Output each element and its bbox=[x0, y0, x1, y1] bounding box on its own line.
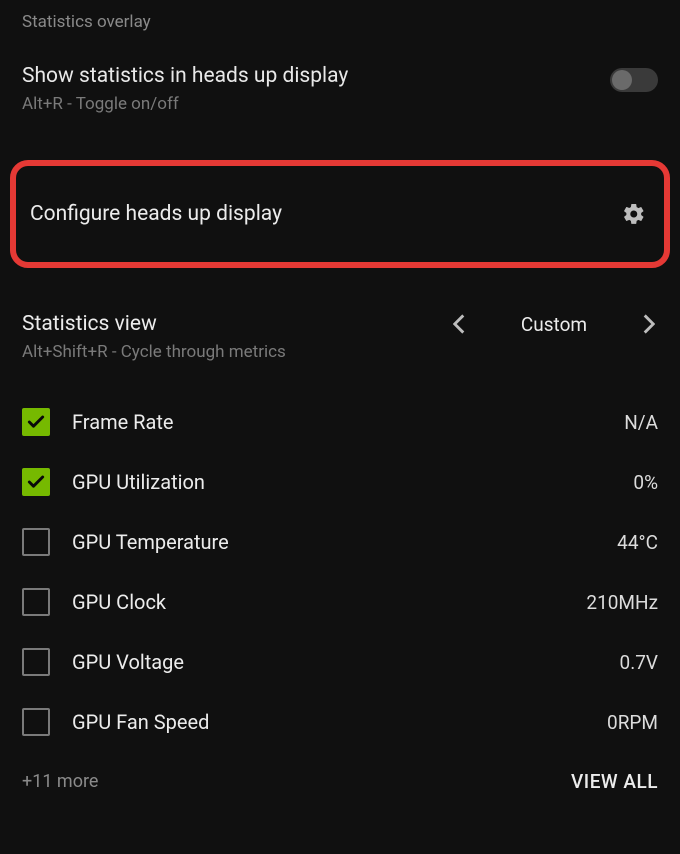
metric-label: GPU Clock bbox=[72, 590, 564, 614]
metric-value: 44°C bbox=[617, 531, 658, 554]
stats-view-header: Statistics view Custom bbox=[22, 312, 658, 336]
metric-checkbox[interactable] bbox=[22, 648, 50, 676]
metric-checkbox[interactable] bbox=[22, 528, 50, 556]
heads-up-text: Show statistics in heads up display Alt+… bbox=[22, 64, 348, 114]
chevron-left-icon[interactable] bbox=[450, 315, 468, 333]
metric-row: GPU Clock 210MHz bbox=[22, 572, 658, 632]
metric-label: GPU Voltage bbox=[72, 650, 598, 674]
view-all-button[interactable]: VIEW ALL bbox=[571, 770, 658, 793]
gear-icon bbox=[622, 202, 646, 226]
metric-row: Frame Rate N/A bbox=[22, 392, 658, 452]
metric-value: 210MHz bbox=[586, 591, 658, 614]
stats-view-title: Statistics view bbox=[22, 312, 157, 336]
metric-value: 0% bbox=[633, 471, 658, 494]
metric-value: 0.7V bbox=[620, 651, 658, 674]
metric-row: GPU Voltage 0.7V bbox=[22, 632, 658, 692]
heads-up-title: Show statistics in heads up display bbox=[22, 64, 348, 88]
metric-label: GPU Temperature bbox=[72, 530, 595, 554]
metric-checkbox[interactable] bbox=[22, 408, 50, 436]
toggle-knob bbox=[612, 70, 632, 90]
metric-label: Frame Rate bbox=[72, 410, 602, 434]
stats-view-selector: Custom bbox=[450, 313, 658, 336]
metric-row: GPU Fan Speed 0RPM bbox=[22, 692, 658, 752]
heads-up-subtitle: Alt+R - Toggle on/off bbox=[22, 94, 348, 114]
metric-label: GPU Utilization bbox=[72, 470, 611, 494]
metric-value: N/A bbox=[624, 411, 658, 434]
configure-title: Configure heads up display bbox=[30, 202, 282, 226]
metric-checkbox[interactable] bbox=[22, 708, 50, 736]
heads-up-toggle[interactable] bbox=[610, 68, 658, 92]
stats-view-value: Custom bbox=[514, 313, 594, 336]
metric-row: GPU Temperature 44°C bbox=[22, 512, 658, 572]
chevron-right-icon[interactable] bbox=[640, 315, 658, 333]
metric-label: GPU Fan Speed bbox=[72, 710, 585, 734]
heads-up-toggle-row: Show statistics in heads up display Alt+… bbox=[0, 40, 680, 122]
stats-view-section: Statistics view Custom Alt+Shift+R - Cyc… bbox=[0, 268, 680, 368]
stats-view-subtitle: Alt+Shift+R - Cycle through metrics bbox=[22, 342, 658, 362]
configure-hud-row[interactable]: Configure heads up display bbox=[10, 160, 670, 268]
more-count: +11 more bbox=[22, 771, 98, 792]
metric-checkbox[interactable] bbox=[22, 588, 50, 616]
metrics-list: Frame Rate N/A GPU Utilization 0% GPU Temper… bbox=[0, 368, 680, 752]
metric-checkbox[interactable] bbox=[22, 468, 50, 496]
section-header: Statistics overlay bbox=[0, 12, 680, 40]
metric-row: GPU Utilization 0% bbox=[22, 452, 658, 512]
metrics-footer: +11 more VIEW ALL bbox=[0, 752, 680, 807]
metric-value: 0RPM bbox=[607, 711, 658, 734]
